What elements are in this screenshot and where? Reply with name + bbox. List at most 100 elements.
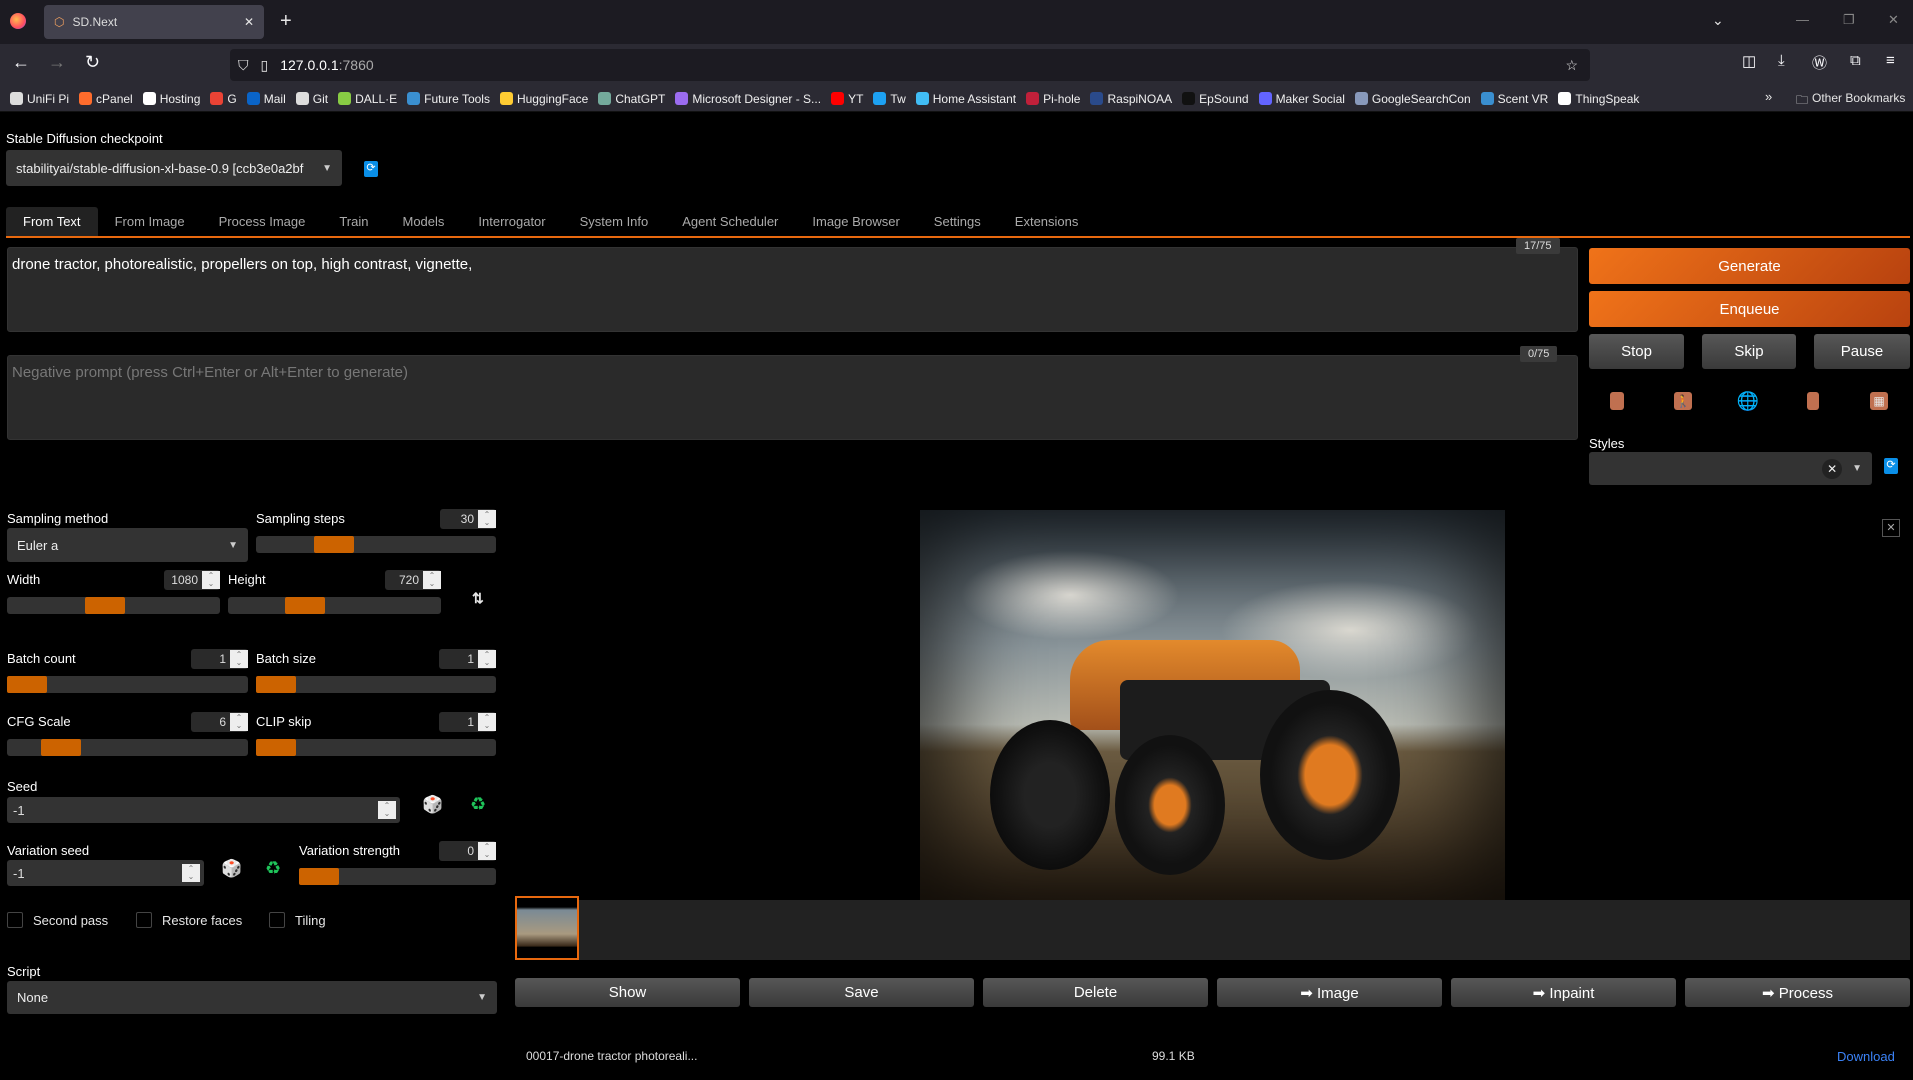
minimize-button[interactable]: —	[1796, 12, 1809, 27]
bookmark-item[interactable]: UniFi Pi	[10, 92, 69, 106]
delete-button[interactable]: Delete	[983, 978, 1208, 1007]
random-variation-seed-dice-icon[interactable]: 🎲	[221, 859, 242, 879]
variation-seed-spinner[interactable]: ⌃ ⌄	[182, 864, 200, 882]
save-button[interactable]: Save	[749, 978, 974, 1007]
person-icon[interactable]: 🚶	[1674, 392, 1692, 410]
seed-input[interactable]: -1 ⌃ ⌄	[7, 797, 400, 823]
clip-skip-slider-handle[interactable]	[256, 739, 296, 756]
second-pass-checkbox[interactable]: Second pass	[7, 912, 108, 928]
batch-size-spinner[interactable]: ⌃ ⌄	[478, 650, 496, 668]
width-slider-handle[interactable]	[84, 597, 125, 614]
generated-image[interactable]	[920, 510, 1505, 900]
tab-train[interactable]: Train	[322, 207, 385, 237]
sampling-method-dropdown[interactable]: Euler a ▼	[7, 528, 248, 562]
bookmark-item[interactable]: Microsoft Designer - S...	[675, 92, 821, 106]
batch-count-slider-handle[interactable]	[7, 676, 47, 693]
tab-interrogator[interactable]: Interrogator	[461, 207, 562, 237]
refresh-styles-icon[interactable]: ⟳	[1884, 458, 1898, 474]
new-tab-button[interactable]: +	[280, 10, 292, 33]
downloads-icon[interactable]: ⤓	[1778, 52, 1785, 69]
prompt-input[interactable]: drone tractor, photorealistic, propeller…	[7, 247, 1578, 332]
skip-button[interactable]: Skip	[1702, 334, 1796, 369]
extensions-icon[interactable]: ⧉	[1850, 52, 1861, 69]
clip-skip-number-input[interactable]: 1 ⌃ ⌄	[439, 712, 496, 732]
sampling-steps-number-input[interactable]: 30 ⌃ ⌄	[440, 509, 496, 529]
seed-spinner[interactable]: ⌃ ⌄	[378, 801, 396, 819]
width-slider[interactable]	[7, 597, 220, 614]
bookmark-star-icon[interactable]: ☆	[1565, 57, 1578, 74]
batch-size-slider-handle[interactable]	[256, 676, 296, 693]
tab-system-info[interactable]: System Info	[563, 207, 666, 237]
gallery-thumbnail[interactable]	[515, 896, 579, 960]
variation-strength-slider[interactable]	[299, 868, 496, 885]
send-to-image-button[interactable]: ➡ Image	[1217, 978, 1442, 1007]
height-spinner[interactable]: ⌃ ⌄	[423, 571, 441, 589]
bookmark-item[interactable]: G	[210, 92, 237, 106]
variation-strength-slider-handle[interactable]	[299, 868, 339, 885]
generate-button[interactable]: Generate	[1589, 248, 1910, 284]
bookmark-item[interactable]: Future Tools	[407, 92, 490, 106]
bookmark-item[interactable]: Git	[295, 92, 328, 106]
script-dropdown[interactable]: None ▼	[7, 981, 497, 1014]
cfg-scale-slider[interactable]	[7, 739, 248, 756]
tab-image-browser[interactable]: Image Browser	[795, 207, 916, 237]
negative-prompt-input[interactable]: Negative prompt (press Ctrl+Enter or Alt…	[7, 355, 1578, 440]
sampling-steps-spinner[interactable]: ⌃ ⌄	[478, 510, 496, 528]
bookmark-item[interactable]: Scent VR	[1480, 92, 1548, 106]
download-link[interactable]: Download	[1837, 1049, 1895, 1064]
batch-size-number-input[interactable]: 1 ⌃ ⌄	[439, 649, 496, 669]
cfg-scale-number-input[interactable]: 6 ⌃ ⌄	[191, 712, 248, 732]
tab-agent-scheduler[interactable]: Agent Scheduler	[665, 207, 795, 237]
bookmark-item[interactable]: DALL·E	[338, 92, 397, 106]
batch-count-spinner[interactable]: ⌃ ⌄	[230, 650, 248, 668]
sampling-steps-slider[interactable]	[256, 536, 496, 553]
width-spinner[interactable]: ⌃ ⌄	[202, 571, 220, 589]
pause-button[interactable]: Pause	[1814, 334, 1910, 369]
bookmark-item[interactable]: cPanel	[79, 92, 133, 106]
enqueue-button[interactable]: Enqueue	[1589, 291, 1910, 327]
other-bookmarks[interactable]: 🗀 Other Bookmarks	[1796, 91, 1905, 112]
url-bar[interactable]: ⛉ ▯ 127.0.0.1:7860 ☆	[230, 49, 1590, 81]
account-icon[interactable]: Ⓦ	[1812, 52, 1827, 73]
variation-strength-spinner[interactable]: ⌃ ⌄	[478, 842, 496, 860]
bookmark-item[interactable]: Tw	[873, 92, 906, 106]
close-image-icon[interactable]: ✕	[1882, 519, 1900, 537]
menu-icon[interactable]: ≡	[1886, 52, 1895, 69]
close-window-button[interactable]: ✕	[1888, 12, 1899, 28]
restore-button[interactable]: ❐	[1843, 12, 1855, 28]
reuse-seed-recycle-icon[interactable]: ♻	[470, 794, 486, 815]
refresh-checkpoint-icon[interactable]: ⟳	[364, 161, 378, 177]
bookmark-item[interactable]: HuggingFace	[499, 92, 588, 106]
bookmark-item[interactable]: GoogleSearchCon	[1354, 92, 1471, 106]
batch-count-number-input[interactable]: 1 ⌃ ⌄	[191, 649, 248, 669]
bookmark-item[interactable]: Mail	[246, 92, 286, 106]
height-slider[interactable]	[228, 597, 441, 614]
list-all-tabs-icon[interactable]: ⌄	[1712, 12, 1724, 29]
bookmark-item[interactable]: Pi-hole	[1026, 92, 1080, 106]
restore-faces-checkbox[interactable]: Restore faces	[136, 912, 242, 928]
forward-icon[interactable]: →	[48, 52, 66, 73]
checkbox-box[interactable]	[7, 912, 23, 928]
height-slider-handle[interactable]	[285, 597, 326, 614]
bookmark-item[interactable]: EpSound	[1182, 92, 1249, 106]
checkbox-box[interactable]	[269, 912, 285, 928]
stop-button[interactable]: Stop	[1589, 334, 1684, 369]
more-bookmarks-icon[interactable]: »	[1765, 89, 1772, 104]
width-number-input[interactable]: 1080 ⌃ ⌄	[164, 570, 220, 590]
show-button[interactable]: Show	[515, 978, 740, 1007]
cfg-scale-slider-handle[interactable]	[41, 739, 82, 756]
bookmark-item[interactable]: YT	[831, 92, 863, 106]
bookmark-item[interactable]: Home Assistant	[915, 92, 1016, 106]
tab-from-image[interactable]: From Image	[98, 207, 202, 237]
checkbox-box[interactable]	[136, 912, 152, 928]
clip-skip-slider[interactable]	[256, 739, 496, 756]
batch-count-slider[interactable]	[7, 676, 248, 693]
archive-icon[interactable]: ▦	[1870, 392, 1888, 410]
reload-icon[interactable]: ↻	[85, 52, 100, 73]
height-number-input[interactable]: 720 ⌃ ⌄	[385, 570, 441, 590]
batch-size-slider[interactable]	[256, 676, 496, 693]
variation-strength-number-input[interactable]: 0 ⌃ ⌄	[439, 841, 496, 861]
pocket-icon[interactable]: ◫	[1742, 52, 1756, 70]
bookmark-item[interactable]: Maker Social	[1258, 92, 1345, 106]
tab-settings[interactable]: Settings	[917, 207, 998, 237]
